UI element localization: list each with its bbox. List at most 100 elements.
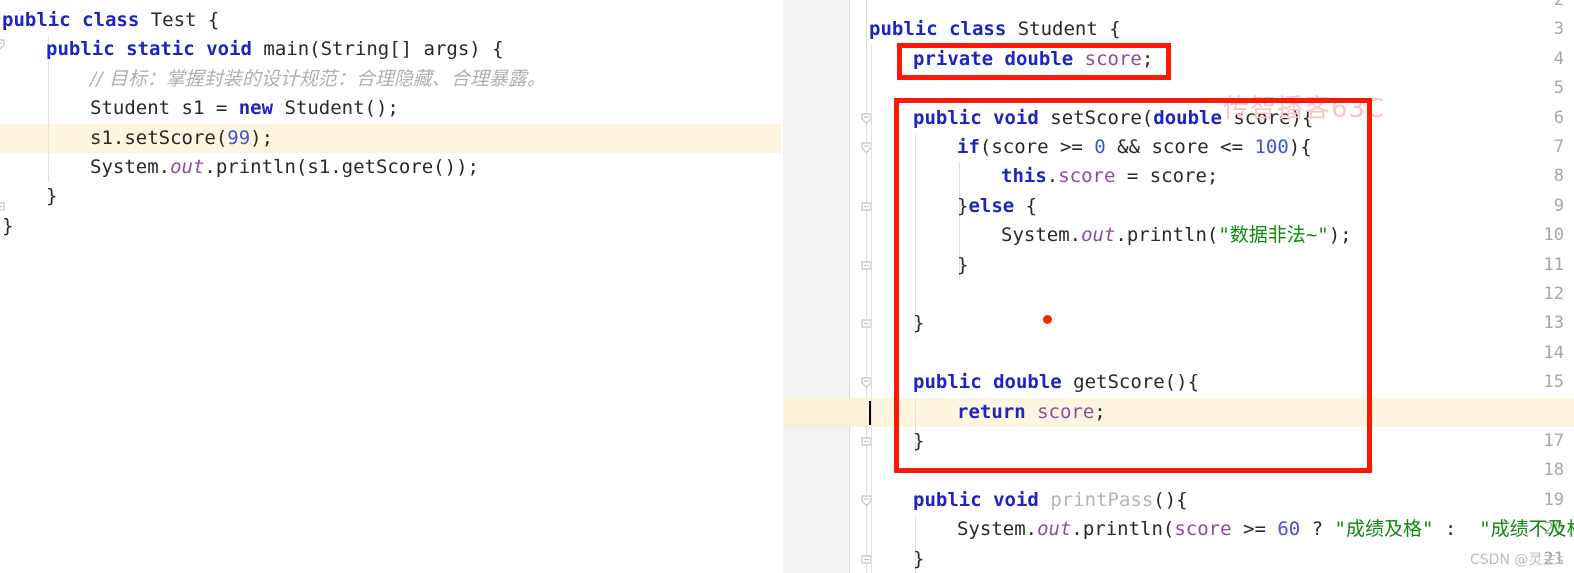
code-token: System. — [957, 518, 1038, 541]
code-token: = score; — [1115, 165, 1219, 188]
line-number: 12 — [1543, 284, 1564, 304]
code-token: return — [957, 400, 1026, 423]
code-token: s1.setScore( — [90, 126, 228, 149]
code-token: Student(); — [273, 97, 399, 120]
code-token: "数据非法~" — [1218, 224, 1329, 247]
code-token: score — [1037, 400, 1095, 423]
code-token: printPass — [1050, 488, 1154, 511]
line-number: 8 — [1553, 166, 1564, 187]
code-line[interactable]: } — [46, 182, 57, 211]
code-token: score — [1084, 47, 1142, 70]
code-line[interactable]: public static void main(String[] args) { — [46, 35, 504, 64]
code-token: // 目标：掌握封装的设计规范：合理隐藏、合理暴露。 — [90, 67, 546, 90]
code-token: main(String[] args) { — [251, 38, 504, 61]
code-token: } — [46, 185, 58, 208]
code-token: void — [206, 38, 252, 61]
code-line[interactable]: private double score; — [913, 45, 1153, 74]
code-token: ; — [1141, 47, 1154, 70]
code-token: } — [957, 253, 969, 276]
current-line-highlight — [783, 397, 1574, 427]
code-token: System. — [1001, 224, 1082, 247]
code-token: double — [1004, 47, 1074, 70]
code-token: } — [913, 547, 925, 570]
line-number-gutter[interactable] — [783, 0, 850, 573]
code-token: ; — [1094, 400, 1106, 423]
code-line[interactable]: } — [913, 545, 924, 573]
code-token: } — [913, 312, 925, 335]
left-editor-pane[interactable]: public class Test {public static void ma… — [0, 0, 783, 573]
code-line[interactable]: public double getScore(){ — [913, 368, 1199, 397]
code-token: public — [2, 9, 71, 31]
code-token: void — [993, 488, 1039, 511]
code-token: >= — [1231, 518, 1278, 541]
code-token: "成绩不及格" — [1479, 518, 1574, 541]
code-token: { — [1014, 194, 1038, 217]
code-token: else — [968, 194, 1015, 217]
code-line[interactable]: public class Test { — [2, 6, 219, 35]
code-line[interactable]: return score; — [957, 398, 1106, 427]
code-token: ? — [1300, 518, 1335, 541]
line-number: 11 — [1543, 254, 1564, 275]
code-line[interactable]: } — [957, 251, 968, 280]
line-number: 7 — [1553, 137, 1564, 157]
code-line[interactable]: // 目标：掌握封装的设计规范：合理隐藏、合理暴露。 — [90, 65, 546, 94]
code-line[interactable]: public void printPass(){ — [913, 486, 1188, 515]
code-line[interactable]: if(score >= 0 && score <= 100){ — [957, 133, 1312, 162]
code-token: Test { — [139, 9, 220, 31]
fold-toggle-icon[interactable] — [0, 37, 7, 52]
line-number: 18 — [1543, 460, 1564, 481]
current-line-gutter-highlight — [783, 397, 867, 427]
code-token: .println( — [1115, 224, 1219, 247]
caret-bar — [869, 400, 871, 425]
line-number: 13 — [1543, 313, 1564, 334]
code-token: Student s1 = — [90, 97, 239, 120]
code-token: public — [913, 106, 982, 129]
code-line[interactable]: } — [913, 427, 924, 456]
code-line[interactable]: this.score = score; — [1001, 162, 1218, 191]
code-token: static — [126, 38, 195, 61]
code-token: } — [957, 194, 969, 217]
code-token: (score >= — [979, 136, 1095, 158]
line-number: 15 — [1543, 372, 1564, 393]
line-number: 9 — [1553, 195, 1564, 216]
code-token: void — [993, 106, 1039, 129]
code-token: ); — [1328, 224, 1352, 247]
code-line[interactable]: System.out.println(s1.getScore()); — [90, 153, 479, 182]
code-token: class — [949, 18, 1007, 41]
indent-guide — [915, 133, 916, 339]
code-token: class — [82, 9, 140, 31]
code-token: "成绩及格" — [1334, 518, 1434, 541]
line-number: 6 — [1553, 107, 1564, 128]
code-line[interactable]: }else { — [957, 192, 1037, 221]
line-number: 19 — [1543, 489, 1564, 510]
code-line[interactable]: s1.setScore(99); — [90, 124, 273, 153]
line-number: 10 — [1543, 225, 1564, 246]
line-number: 14 — [1543, 342, 1564, 363]
code-line[interactable]: System.out.println(score >= 60 ? "成绩及格" … — [957, 515, 1574, 544]
code-token: public — [913, 371, 982, 394]
code-line[interactable]: } — [913, 309, 924, 338]
code-token: .println(s1.getScore()); — [204, 156, 479, 178]
code-token: out — [1037, 518, 1072, 541]
code-line[interactable]: System.out.println("数据非法~"); — [1001, 221, 1352, 250]
code-token: if — [957, 136, 980, 158]
code-token: double — [993, 371, 1062, 394]
code-token: new — [238, 97, 274, 120]
code-token: getScore(){ — [1061, 371, 1200, 394]
code-line[interactable]: public class Student { — [869, 15, 1121, 44]
code-token: && score <= — [1105, 136, 1255, 158]
right-editor-pane[interactable]: 23456789101112131415161718192021 public … — [783, 0, 1574, 573]
code-token: 100 — [1254, 136, 1289, 158]
code-line[interactable]: } — [2, 212, 13, 241]
code-token: this — [1001, 165, 1047, 188]
code-token: score — [1174, 518, 1232, 541]
code-line[interactable]: Student s1 = new Student(); — [90, 94, 399, 123]
code-token: } — [913, 430, 925, 452]
